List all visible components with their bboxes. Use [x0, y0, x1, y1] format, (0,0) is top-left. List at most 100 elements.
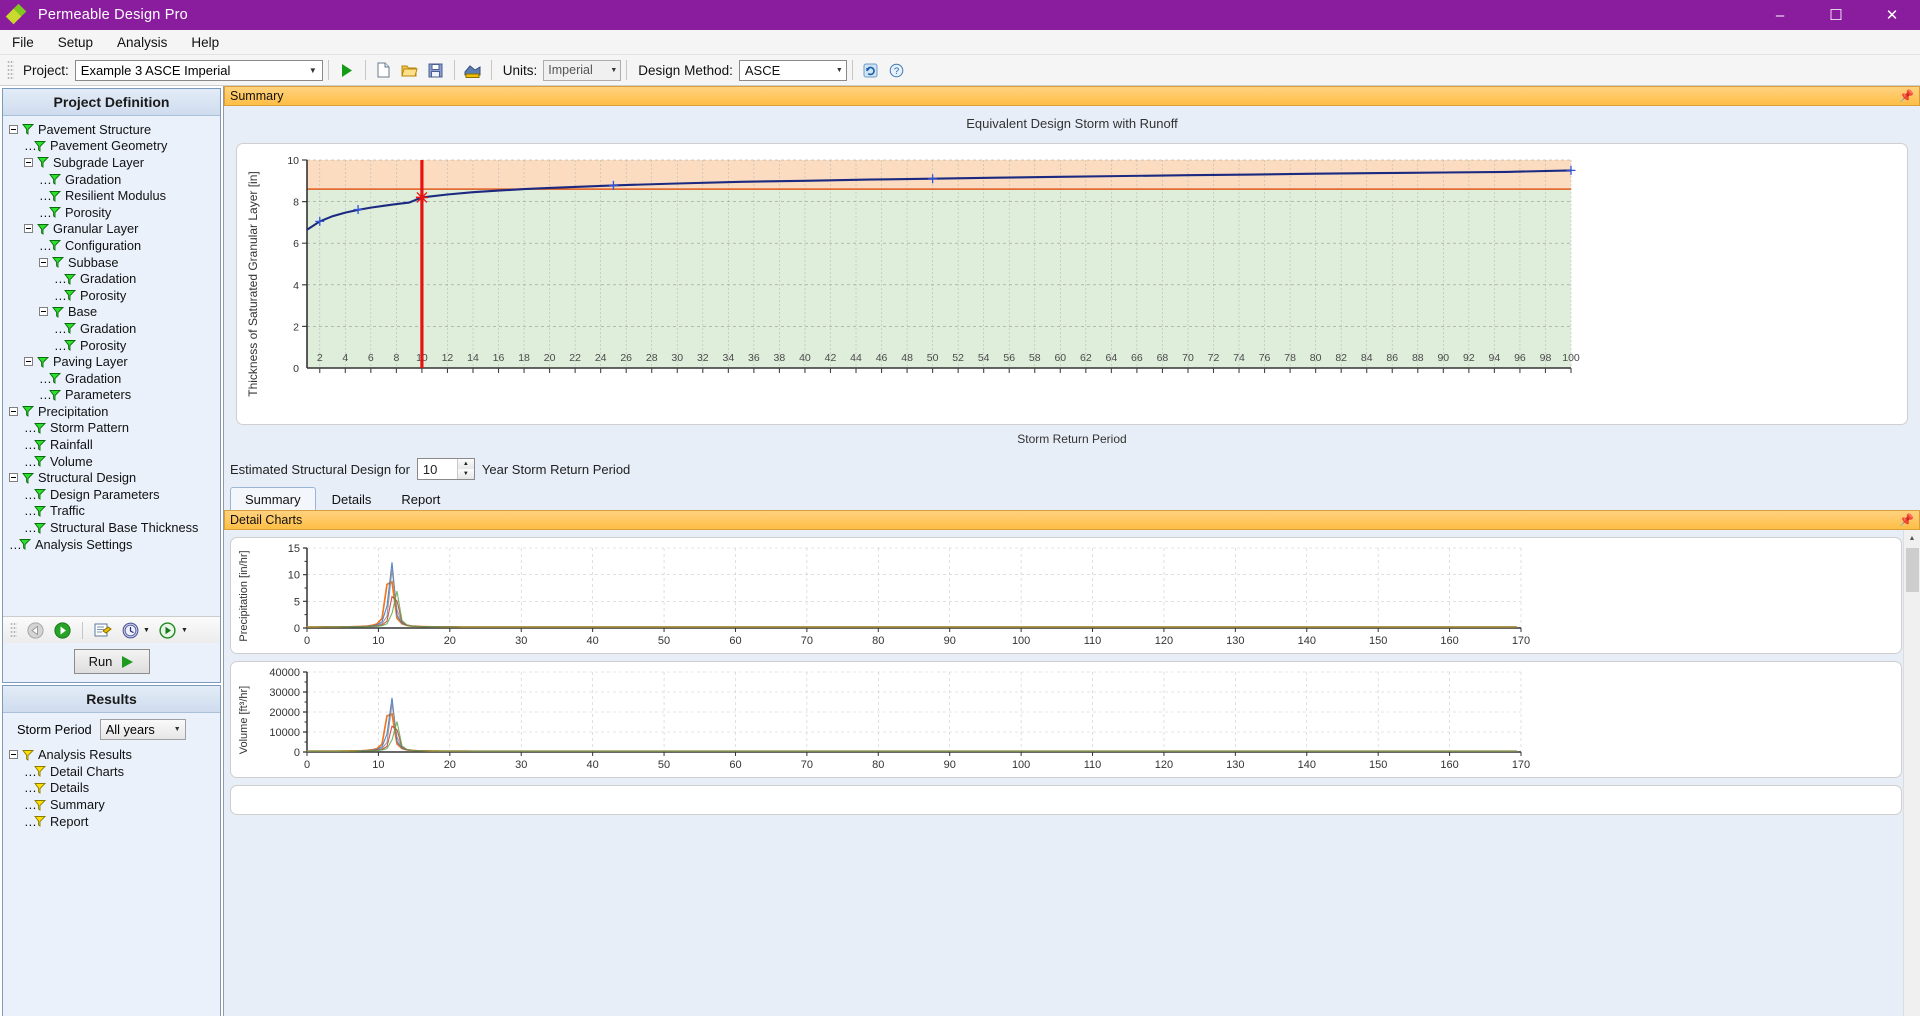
- navbar-grip[interactable]: [10, 621, 17, 639]
- flag-icon: [48, 372, 62, 385]
- expander-icon[interactable]: [9, 406, 18, 416]
- tree-item-analysis-settings[interactable]: … Analysis Settings: [7, 536, 218, 553]
- svg-text:30: 30: [515, 635, 527, 647]
- clock-button[interactable]: [118, 619, 142, 641]
- tree-item-configuration[interactable]: … Configuration: [7, 237, 218, 254]
- units-combo[interactable]: Imperial ▼: [543, 59, 622, 81]
- tree-item-subbase[interactable]: Subbase: [7, 254, 218, 271]
- clock-dropdown-caret-icon[interactable]: ▼: [143, 627, 150, 634]
- refresh-button[interactable]: [858, 58, 884, 82]
- svg-text:86: 86: [1386, 352, 1398, 364]
- tree-item-gradation[interactable]: … Gradation: [7, 370, 218, 387]
- menu-help[interactable]: Help: [179, 32, 231, 53]
- tree-item-storm-pattern[interactable]: … Storm Pattern: [7, 420, 218, 437]
- menu-analysis[interactable]: Analysis: [105, 32, 179, 53]
- tree-item-subgrade-layer[interactable]: Subgrade Layer: [7, 154, 218, 171]
- main-chart-plot[interactable]: 2468100246810121416182022242628303234363…: [275, 152, 1580, 412]
- volume-plot[interactable]: 0 10 20 30 40 50 60 70 80 90 100 110 120 130 140 150 160…: [259, 664, 1530, 774]
- close-button[interactable]: ✕: [1864, 0, 1920, 30]
- tree-item-gradation[interactable]: … Gradation: [7, 320, 218, 337]
- tree-item-porosity[interactable]: … Porosity: [7, 287, 218, 304]
- results-item-details[interactable]: … Details: [7, 780, 218, 797]
- results-item-summary[interactable]: … Summary: [7, 796, 218, 813]
- svg-text:94: 94: [1489, 352, 1501, 364]
- tree-item-granular-layer[interactable]: Granular Layer: [7, 221, 218, 238]
- svg-text:0: 0: [294, 747, 300, 759]
- pin-icon[interactable]: 📌: [1899, 513, 1914, 527]
- spinner-down-icon[interactable]: ▼: [457, 469, 474, 479]
- report-button[interactable]: [91, 619, 115, 641]
- results-item-analysis-results[interactable]: Analysis Results: [7, 746, 218, 763]
- tree-item-parameters[interactable]: … Parameters: [7, 387, 218, 404]
- tree-item-porosity[interactable]: … Porosity: [7, 204, 218, 221]
- tree-item-traffic[interactable]: … Traffic: [7, 503, 218, 520]
- expander-icon[interactable]: [24, 224, 33, 234]
- results-item-report[interactable]: … Report: [7, 813, 218, 830]
- results-item-detail-charts[interactable]: … Detail Charts: [7, 763, 218, 780]
- back-button[interactable]: [23, 619, 47, 641]
- expander-icon[interactable]: [24, 357, 33, 367]
- tree-item-structural-design[interactable]: Structural Design: [7, 469, 218, 486]
- tree-item-design-parameters[interactable]: … Design Parameters: [7, 486, 218, 503]
- scroll-thumb[interactable]: [1905, 548, 1919, 592]
- tree-item-gradation[interactable]: … Gradation: [7, 171, 218, 188]
- tree-item-pavement-geometry[interactable]: … Pavement Geometry: [7, 138, 218, 155]
- tree-item-label: Pavement Geometry: [50, 138, 168, 154]
- spinner-suffix-label: Year Storm Return Period: [481, 461, 631, 477]
- tab-details[interactable]: Details: [318, 488, 386, 510]
- spinner-arrows[interactable]: ▲ ▼: [456, 459, 474, 479]
- tree-item-volume[interactable]: … Volume: [7, 453, 218, 470]
- tab-summary[interactable]: Summary: [230, 487, 316, 510]
- expander-icon[interactable]: [24, 157, 33, 167]
- flag-icon: [48, 190, 62, 202]
- tree-item-rainfall[interactable]: … Rainfall: [7, 436, 218, 453]
- menu-file[interactable]: File: [0, 32, 46, 53]
- toolbar-grip[interactable]: [7, 60, 14, 80]
- storm-period-combo[interactable]: All years ▼: [99, 719, 186, 741]
- open-folder-button[interactable]: [397, 58, 423, 82]
- results-panel: Results Storm Period All years ▼ Analysi…: [2, 685, 221, 1016]
- app-title: Permeable Design Pro: [38, 7, 188, 23]
- svg-text:58: 58: [1029, 352, 1041, 364]
- detail-scrollbar[interactable]: ▲: [1903, 530, 1920, 1016]
- tree-item-base[interactable]: Base: [7, 304, 218, 321]
- tree-item-label: Storm Pattern: [50, 420, 129, 436]
- save-button[interactable]: [423, 58, 449, 82]
- maximize-button[interactable]: ☐: [1808, 0, 1864, 30]
- new-file-button[interactable]: [371, 58, 397, 82]
- play-dropdown-caret-icon[interactable]: ▼: [181, 627, 188, 634]
- scroll-up-icon[interactable]: ▲: [1903, 530, 1920, 547]
- tree-item-gradation[interactable]: … Gradation: [7, 270, 218, 287]
- spinner-up-icon[interactable]: ▲: [457, 459, 474, 469]
- tree-item-pavement-structure[interactable]: Pavement Structure: [7, 121, 218, 138]
- precipitation-plot[interactable]: 0 10 20 30 40 50 60 70 80 90 100 110 120 130 140 150 160…: [259, 540, 1530, 650]
- play-circle-button[interactable]: [156, 619, 180, 641]
- tree-item-resilient-modulus[interactable]: … Resilient Modulus: [7, 187, 218, 204]
- menu-setup[interactable]: Setup: [46, 32, 105, 53]
- minimize-button[interactable]: –: [1752, 0, 1808, 30]
- svg-text:76: 76: [1259, 352, 1271, 364]
- tree-item-label: Structural Base Thickness: [50, 520, 199, 536]
- expander-icon[interactable]: [9, 124, 18, 134]
- tree-item-label: Rainfall: [50, 437, 93, 453]
- expander-icon[interactable]: [39, 307, 48, 317]
- dwg-export-button[interactable]: [460, 58, 486, 82]
- help-button[interactable]: ?: [884, 58, 910, 82]
- tree-item-paving-layer[interactable]: Paving Layer: [7, 353, 218, 370]
- design-method-combo[interactable]: ASCE ▼: [738, 59, 847, 81]
- pin-icon[interactable]: 📌: [1899, 89, 1914, 103]
- tab-report[interactable]: Report: [387, 488, 454, 510]
- expander-icon[interactable]: [39, 257, 48, 267]
- expander-icon[interactable]: [9, 750, 18, 760]
- expander-icon[interactable]: [9, 473, 18, 483]
- tree-item-precipitation[interactable]: Precipitation: [7, 403, 218, 420]
- flag-icon: [51, 256, 65, 268]
- run-analysis-button[interactable]: [334, 58, 360, 82]
- project-combo[interactable]: Example 3 ASCE Imperial ▼: [74, 59, 323, 81]
- title-bar: Permeable Design Pro – ☐ ✕: [0, 0, 1920, 30]
- run-button[interactable]: Run: [73, 649, 150, 675]
- forward-button[interactable]: [50, 619, 74, 641]
- return-period-spinner[interactable]: 10 ▲ ▼: [416, 458, 475, 480]
- tree-item-porosity[interactable]: … Porosity: [7, 337, 218, 354]
- tree-item-structural-base-thickness[interactable]: … Structural Base Thickness: [7, 519, 218, 536]
